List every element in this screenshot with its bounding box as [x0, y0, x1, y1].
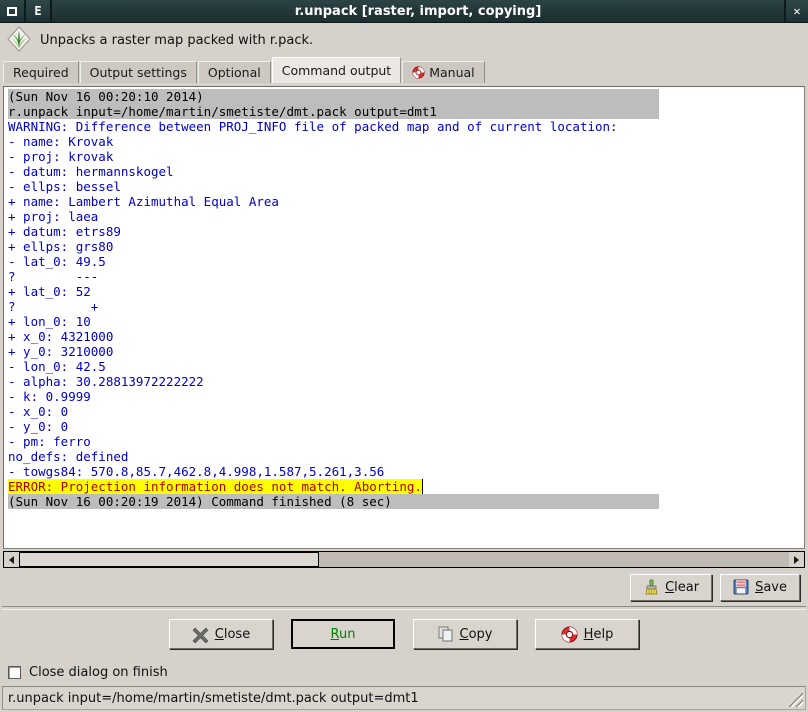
console-line: ? --- [8, 269, 99, 284]
copy-button[interactable]: Copy [413, 619, 517, 649]
run-button[interactable]: Run [291, 619, 395, 649]
clear-button-label: Clear [665, 579, 700, 595]
console-line: (Sun Nov 16 00:20:19 2014) Command finis… [8, 494, 659, 509]
tab-label: Manual [429, 65, 475, 80]
console-line: + datum: etrs89 [8, 224, 121, 239]
console-line: - x_0: 0 [8, 404, 69, 419]
tab-required[interactable]: Required [3, 61, 79, 83]
console-line: r.unpack input=/home/martin/smetiste/dmt… [8, 104, 659, 119]
save-button[interactable]: Save [720, 573, 800, 601]
console-line: - lon_0: 42.5 [8, 359, 106, 374]
titlebar: E r.unpack [raster, import, copying] ✕ [0, 0, 808, 23]
tab-manual[interactable]: Manual [402, 61, 485, 83]
close-dialog-on-finish-checkbox[interactable] [8, 665, 21, 679]
editor-e-icon: E [34, 4, 42, 18]
tab-output-settings[interactable]: Output settings [79, 61, 197, 83]
console-line: + lon_0: 10 [8, 314, 91, 329]
run-button-label: Run [330, 626, 356, 642]
console-line: - pm: ferro [8, 434, 91, 449]
console-line: (Sun Nov 16 00:20:10 2014) [8, 89, 659, 104]
grass-gis-logo-icon [6, 25, 32, 56]
tab-command-output[interactable]: Command output [271, 57, 402, 83]
floppy-disk-icon [733, 579, 749, 595]
statusbar: r.unpack input=/home/martin/smetiste/dmt… [2, 686, 806, 710]
help-button-label: Help [583, 626, 614, 642]
tab-label: Required [13, 65, 69, 80]
help-button[interactable]: Help [535, 619, 639, 649]
console-line: - datum: hermannskogel [8, 164, 174, 179]
console-line: + lat_0: 52 [8, 284, 91, 299]
console-line: ERROR: Projection information does not m… [8, 479, 804, 494]
close-button[interactable]: Close [169, 619, 273, 649]
life-ring-icon [561, 626, 578, 643]
console-line: - lat_0: 49.5 [8, 254, 106, 269]
save-button-label: Save [755, 579, 787, 595]
console-text: (Sun Nov 16 00:20:10 2014) r.unpack input… [4, 87, 804, 509]
statusbar-text: r.unpack input=/home/martin/smetiste/dmt… [8, 690, 419, 706]
copy-icon [438, 626, 454, 642]
window-title: r.unpack [raster, import, copying] [294, 3, 542, 19]
console-line: - ellps: bessel [8, 179, 121, 194]
console-line: + ellps: grs80 [8, 239, 114, 254]
resize-grip-icon[interactable] [785, 689, 803, 707]
close-x-icon [192, 626, 209, 643]
copy-button-label: Copy [459, 626, 493, 642]
tabstrip: Required Output settings Optional Comman… [0, 57, 808, 83]
module-description-text: Unpacks a raster map packed with r.pack. [40, 32, 314, 48]
broom-icon [643, 579, 659, 595]
close-icon: ✕ [793, 4, 801, 18]
console-line: + proj: laea [8, 209, 99, 224]
window-edit-button[interactable]: E [26, 0, 52, 22]
console-line: + y_0: 3210000 [8, 344, 114, 359]
console-line: - name: Krovak [8, 134, 114, 149]
dialog-actions-row: Close Run Copy Help [0, 610, 808, 658]
tab-label: Command output [281, 63, 392, 78]
window-menu-button[interactable] [0, 0, 26, 22]
tab-optional[interactable]: Optional [197, 61, 271, 83]
console-line: - y_0: 0 [8, 419, 69, 434]
scroll-right-arrow-icon[interactable] [789, 551, 805, 568]
output-horizontal-scrollbar[interactable] [3, 551, 805, 568]
tab-label: Optional [207, 65, 261, 80]
tab-label: Output settings [89, 65, 187, 80]
scrollbar-thumb[interactable] [19, 552, 320, 567]
console-line: + name: Lambert Azimuthal Equal Area [8, 194, 279, 209]
console-line: ? + [8, 299, 99, 314]
life-ring-icon [412, 66, 425, 79]
scrollbar-track[interactable] [19, 551, 789, 568]
scroll-left-arrow-icon[interactable] [3, 551, 19, 568]
error-highlight: ERROR: Projection information does not m… [8, 479, 423, 494]
output-actions-row: Clear Save [0, 568, 808, 606]
close-dialog-on-finish-row[interactable]: Close dialog on finish [0, 658, 808, 686]
clear-button[interactable]: Clear [630, 573, 713, 601]
console-line: - proj: krovak [8, 149, 114, 164]
console-line: + x_0: 4321000 [8, 329, 114, 344]
console-line: - k: 0.9999 [8, 389, 91, 404]
console-line: - towgs84: 570.8,85.7,462.8,4.998,1.587,… [8, 464, 385, 479]
close-dialog-on-finish-label: Close dialog on finish [29, 664, 168, 680]
console-line: no_defs: defined [8, 449, 129, 464]
console-line: - alpha: 30.28813972222222 [8, 374, 204, 389]
window-restore-icon [7, 6, 17, 16]
dialog-window: E r.unpack [raster, import, copying] ✕ U… [0, 0, 808, 712]
command-output-pane[interactable]: (Sun Nov 16 00:20:10 2014) r.unpack input… [3, 86, 805, 549]
console-line: WARNING: Difference between PROJ_INFO fi… [8, 119, 618, 134]
window-close-button[interactable]: ✕ [784, 0, 808, 22]
close-button-label: Close [214, 626, 251, 642]
module-description-bar: Unpacks a raster map packed with r.pack. [0, 23, 808, 57]
